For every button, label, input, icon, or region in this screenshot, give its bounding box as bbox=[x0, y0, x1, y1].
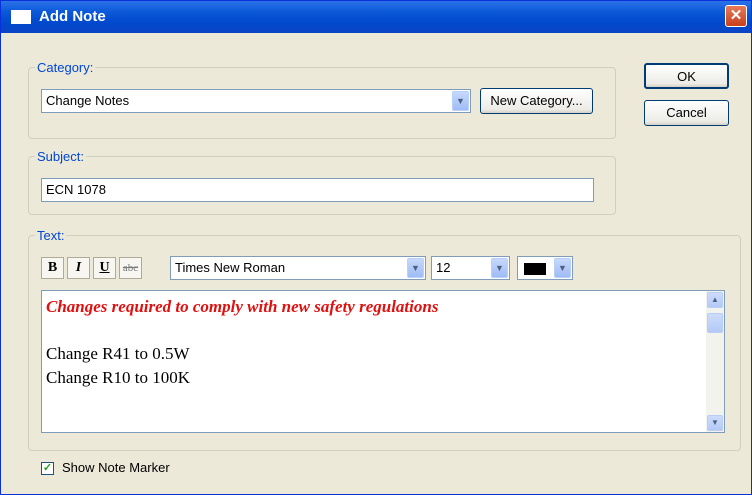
window-icon bbox=[11, 10, 31, 24]
strikethrough-button[interactable]: abc bbox=[119, 257, 142, 279]
note-line: Change R41 to 0.5W bbox=[46, 344, 190, 363]
scroll-thumb[interactable] bbox=[707, 313, 723, 333]
scroll-down-icon[interactable]: ▼ bbox=[707, 415, 723, 431]
note-line: Change R10 to 100K bbox=[46, 368, 191, 387]
ok-button[interactable]: OK bbox=[644, 63, 729, 89]
subject-field[interactable]: ECN 1078 bbox=[41, 178, 594, 202]
note-heading-line: Changes required to comply with new safe… bbox=[46, 297, 439, 316]
bold-button[interactable]: B bbox=[41, 257, 64, 279]
title-bar[interactable]: Add Note ✕ bbox=[1, 1, 751, 33]
show-note-marker-checkbox[interactable]: ✓ bbox=[41, 462, 54, 475]
category-select[interactable]: Change Notes ▼ bbox=[41, 89, 471, 113]
italic-button[interactable]: I bbox=[67, 257, 90, 279]
show-note-marker-label[interactable]: Show Note Marker bbox=[62, 460, 170, 475]
chevron-down-icon[interactable]: ▼ bbox=[554, 258, 571, 278]
chevron-down-icon[interactable]: ▼ bbox=[452, 91, 469, 111]
category-value: Change Notes bbox=[46, 93, 130, 108]
cancel-button[interactable]: Cancel bbox=[644, 100, 729, 126]
window-title: Add Note bbox=[39, 8, 106, 25]
add-note-dialog: Add Note ✕ Category: Change Notes ▼ New … bbox=[0, 0, 752, 495]
font-select[interactable]: Times New Roman ▼ bbox=[170, 256, 426, 280]
subject-value: ECN 1078 bbox=[46, 182, 106, 197]
category-label: Category: bbox=[35, 60, 96, 75]
color-swatch bbox=[524, 263, 546, 275]
close-button[interactable]: ✕ bbox=[725, 5, 747, 27]
chevron-down-icon[interactable]: ▼ bbox=[407, 258, 424, 278]
note-text-editor[interactable]: Changes required to comply with new safe… bbox=[41, 290, 725, 433]
font-value: Times New Roman bbox=[175, 260, 286, 275]
text-color-select[interactable]: ▼ bbox=[517, 256, 573, 280]
scroll-up-icon[interactable]: ▲ bbox=[707, 292, 723, 308]
font-size-value: 12 bbox=[436, 260, 451, 275]
text-label: Text: bbox=[35, 228, 67, 243]
font-size-select[interactable]: 12 ▼ bbox=[431, 256, 510, 280]
new-category-button[interactable]: New Category... bbox=[480, 88, 593, 114]
subject-label: Subject: bbox=[35, 149, 86, 164]
chevron-down-icon[interactable]: ▼ bbox=[491, 258, 508, 278]
vertical-scrollbar[interactable]: ▲ ▼ bbox=[706, 291, 724, 432]
underline-button[interactable]: U bbox=[93, 257, 116, 279]
